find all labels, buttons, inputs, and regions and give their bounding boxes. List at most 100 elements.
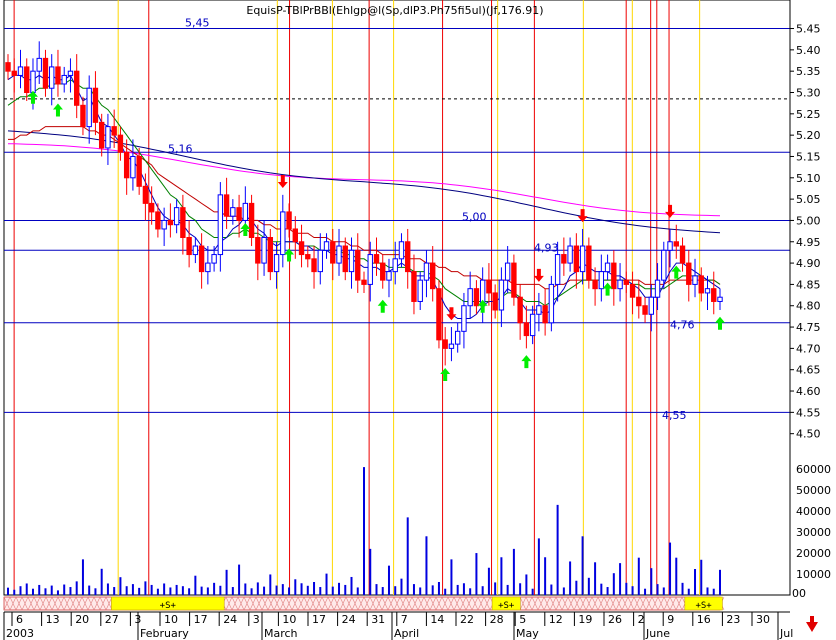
candle-body [186, 237, 192, 256]
candle-body [642, 305, 648, 315]
candle-body [148, 202, 155, 213]
candle-body [261, 237, 267, 264]
candle-body [311, 258, 317, 273]
price-tick-label: 5.35 [796, 65, 821, 78]
volume-tick-label: 10000 [796, 568, 831, 581]
candle-body [155, 211, 161, 230]
candle-body [473, 288, 480, 307]
price-tick-label: 4.90 [796, 257, 821, 270]
date-tick-label: 19 [578, 613, 592, 626]
stock-chart: +S+ +S+ +S+ 5.45 5.40 5.35 5.30 5.25 5.20 5.15 5.… [0, 0, 836, 640]
candle-body [592, 279, 598, 290]
candle-body [648, 296, 654, 315]
date-tick-label: 5 [519, 613, 526, 626]
candle-body [548, 283, 555, 324]
candle-body [411, 271, 417, 302]
price-tick-label: 4.75 [796, 321, 821, 334]
candle-body [586, 245, 592, 281]
candle-body [698, 275, 704, 294]
level-label: 5,45 [185, 17, 210, 30]
signal-band: +S+ +S+ +S+ [3, 596, 725, 611]
candle-body [529, 313, 536, 337]
candle-body [192, 245, 199, 256]
date-tick-label: 24 [342, 613, 356, 626]
candle-body [579, 245, 586, 273]
price-tick-label: 5.10 [796, 172, 821, 185]
candle-body [492, 292, 498, 311]
price-tick-label: 4.70 [796, 342, 821, 355]
candle-body [611, 262, 617, 290]
candle-body [517, 296, 523, 324]
candle-body [442, 339, 448, 349]
date-tick-label: 17 [312, 613, 326, 626]
candle-body [136, 155, 142, 187]
candle-body [692, 275, 698, 285]
candle-body [355, 249, 361, 281]
price-tick-label: 4.50 [796, 428, 821, 441]
month-tick-label: June [645, 627, 670, 640]
candle-body [24, 66, 30, 94]
candle-body [42, 57, 49, 89]
candle-body [467, 288, 473, 307]
price-tick-label: 5.00 [796, 214, 821, 227]
candle-body [286, 211, 292, 230]
candle-body [298, 241, 305, 256]
date-tick-label: 7 [401, 613, 408, 626]
candle-body [667, 241, 673, 251]
candle-body [598, 271, 605, 290]
candle-body [142, 185, 149, 204]
candle-body [704, 288, 711, 294]
candle-body [361, 279, 367, 285]
price-tick-label: 4.60 [796, 385, 821, 398]
candle-body [398, 241, 405, 260]
candle-body [711, 288, 717, 302]
date-tick-label: 6 [16, 613, 23, 626]
candle-body [636, 296, 642, 307]
candle-body [98, 121, 105, 149]
volume-tick-label: 00 [792, 587, 806, 600]
candle-body [423, 262, 430, 281]
date-tick-label: 30 [756, 613, 770, 626]
candle-body [111, 126, 117, 136]
candle-body [161, 219, 167, 230]
volume-tick-label: 30000 [796, 526, 831, 539]
candle-body [454, 330, 461, 345]
volume-tick-label: 40000 [796, 505, 831, 518]
signal-band-label: +S+ [498, 601, 515, 611]
candle-body [55, 66, 61, 85]
price-tick-label: 4.80 [796, 300, 821, 313]
candle-body [380, 262, 386, 281]
candle-body [105, 126, 111, 149]
candle-body [67, 70, 74, 76]
signal-band-label: +S+ [160, 601, 177, 611]
candle-body [392, 258, 398, 273]
candle-body [461, 305, 467, 332]
date-tick-label: 16 [697, 613, 711, 626]
month-tick-label: February [140, 627, 189, 640]
price-tick-label: 5.30 [796, 87, 821, 100]
price-tick-label: 4.65 [796, 364, 821, 377]
date-tick-label: 14 [430, 613, 444, 626]
candle-body [92, 87, 99, 123]
candle-body [211, 254, 217, 264]
date-tick-label: 23 [726, 613, 740, 626]
candle-body [117, 134, 124, 153]
candle-body [448, 343, 455, 349]
candle-body [486, 279, 492, 294]
candle-body [617, 279, 623, 290]
candle-body [573, 245, 580, 273]
level-label: 5,00 [462, 211, 487, 224]
price-tick-label: 5.45 [796, 23, 821, 36]
candle-body [230, 207, 236, 217]
price-tick-label: 5.25 [796, 108, 821, 121]
candle-body [242, 202, 249, 221]
month-tick-label: Jul [779, 627, 793, 640]
level-label: 4,76 [670, 318, 695, 331]
date-tick-label: 28 [490, 613, 504, 626]
price-tick-label: 5.05 [796, 193, 821, 206]
candle-body [417, 279, 423, 302]
signal-band-label: +S+ [695, 601, 712, 611]
candle-body [5, 62, 11, 72]
price-tick-label: 5.40 [796, 44, 821, 57]
candle-body [11, 70, 17, 76]
